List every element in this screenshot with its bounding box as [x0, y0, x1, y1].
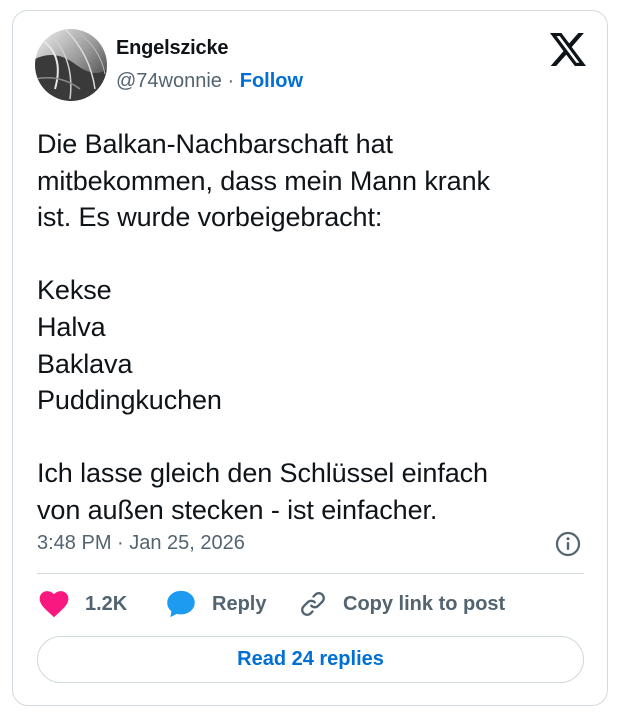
read-replies-button[interactable]: Read 24 replies: [37, 636, 584, 683]
tweet-text: Die Balkan-Nachbarschaft hat mitbekommen…: [37, 129, 490, 525]
author-display-name[interactable]: Engelszicke: [116, 37, 229, 60]
author-handle-row: @74wonnie · Follow: [116, 70, 303, 93]
avatar[interactable]: [35, 29, 107, 101]
x-logo-icon[interactable]: [550, 33, 586, 66]
tweet-timestamp[interactable]: 3:48 PM · Jan 25, 2026: [37, 532, 245, 555]
reply-button[interactable]: Reply: [166, 587, 266, 621]
reply-label: Reply: [212, 592, 267, 615]
like-count: 1.2K: [85, 592, 128, 615]
separator-dot: ·: [227, 70, 235, 92]
heart-icon: [39, 591, 69, 618]
like-button[interactable]: 1.2K: [39, 587, 127, 621]
author-handle[interactable]: @74wonnie: [116, 70, 222, 92]
link-icon: [301, 592, 325, 616]
follow-button[interactable]: Follow: [240, 70, 303, 92]
copy-link-button[interactable]: Copy link to post: [299, 587, 505, 621]
info-icon[interactable]: [555, 531, 581, 557]
divider: [37, 573, 584, 574]
copy-link-label: Copy link to post: [343, 592, 506, 615]
speech-bubble-icon: [167, 590, 195, 618]
tweet-card: Engelszicke @74wonnie · Follow Die Balka…: [12, 10, 608, 706]
